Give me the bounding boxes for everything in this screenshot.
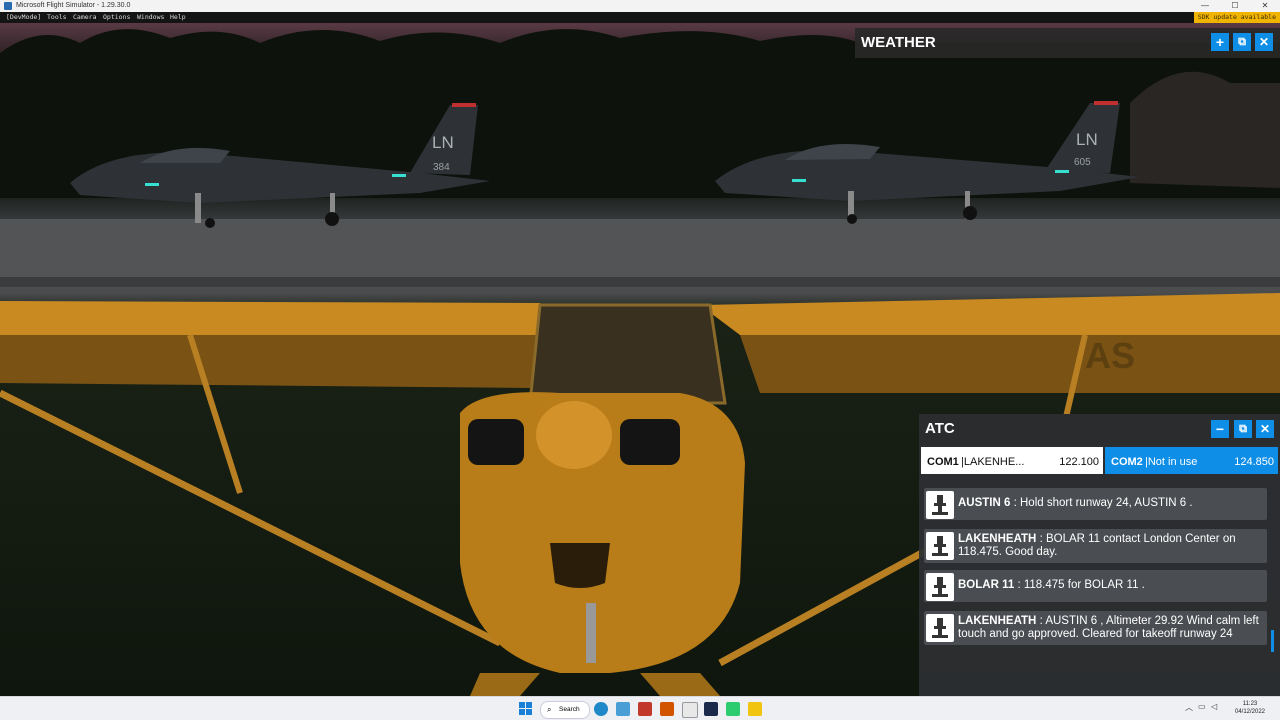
jet-left-tail-number: 384: [433, 162, 450, 173]
atc-message: BOLAR 11 : 118.475 for BOLAR 11 .: [924, 570, 1267, 602]
message-speaker: AUSTIN 6: [958, 497, 1011, 509]
atc-message: LAKENHEATH : BOLAR 11 contact London Cen…: [924, 529, 1267, 563]
clock-time: 11:23: [1242, 701, 1258, 707]
xbox-app-icon[interactable]: [726, 702, 740, 716]
message-speaker: BOLAR 11: [958, 579, 1015, 591]
com1-label: COM1: [927, 456, 959, 468]
com2-label: COM2: [1111, 456, 1143, 468]
message-text: : Hold short runway 24, AUSTIN 6 .: [1010, 497, 1193, 509]
menu-devmode[interactable]: [DevMode]: [6, 12, 41, 23]
menu-windows[interactable]: Windows: [137, 12, 164, 23]
atc-tower-icon: [926, 573, 954, 601]
photos-app-icon[interactable]: [616, 702, 630, 716]
com1-radio-selector[interactable]: COM1 |LAKENHE... 122.100: [921, 447, 1103, 474]
taskbar-search-box[interactable]: ⌕ Search: [540, 701, 590, 719]
atc-panel-title: ATC: [925, 420, 955, 437]
volume-icon[interactable]: ◁: [1211, 702, 1217, 711]
devmode-menubar: [DevMode] Tools Camera Options Windows H…: [0, 12, 1280, 23]
com1-station: |LAKENHE...: [961, 456, 1025, 468]
menu-camera[interactable]: Camera: [73, 12, 96, 23]
flight-simulator-icon[interactable]: [704, 702, 718, 716]
weather-panel-title: WEATHER: [861, 34, 936, 51]
file-explorer-icon[interactable]: [748, 702, 762, 716]
message-speaker: LAKENHEATH: [958, 533, 1037, 545]
search-label: Search: [559, 706, 580, 713]
powerpoint-icon[interactable]: [660, 702, 674, 716]
menu-options[interactable]: Options: [103, 12, 130, 23]
atc-tower-icon: [926, 532, 954, 560]
message-scrollbar[interactable]: [1271, 630, 1274, 652]
window-title: Microsoft Flight Simulator - 1.29.30.0: [16, 2, 131, 9]
clock-date: 04/12/2022: [1234, 709, 1266, 715]
com2-station-name: Not in use: [1147, 456, 1198, 468]
start-menu-icon[interactable]: [519, 702, 533, 716]
taskbar-clock[interactable]: 11:23 04/12/2022: [1226, 700, 1274, 716]
atc-close-button[interactable]: ✕: [1256, 420, 1274, 438]
minimize-button[interactable]: —: [1190, 0, 1220, 12]
office-app-icon[interactable]: [638, 702, 652, 716]
network-icon[interactable]: ▭: [1198, 702, 1206, 711]
close-window-button[interactable]: ✕: [1250, 0, 1280, 12]
menu-tools[interactable]: Tools: [47, 12, 67, 23]
window-titlebar: Microsoft Flight Simulator - 1.29.30.0 —…: [0, 0, 1280, 12]
atc-message: LAKENHEATH : AUSTIN 6 , Altimeter 29.92 …: [924, 611, 1267, 645]
jet-left-tail-code: LN: [432, 133, 454, 152]
app-icon: [4, 2, 12, 10]
weather-expand-button[interactable]: +: [1211, 33, 1229, 51]
com2-station: |Not in use: [1145, 456, 1198, 468]
atc-tower-icon: [926, 491, 954, 519]
wing-lettering: AS: [1085, 335, 1135, 376]
windows-taskbar: ⌕ Search ︿ ▭ ◁ 11:23 04/12/2022: [0, 696, 1280, 720]
atc-undock-button[interactable]: ⧉: [1234, 420, 1252, 438]
com1-frequency: 122.100: [1059, 456, 1099, 468]
atc-tower-icon: [926, 614, 954, 642]
com2-radio-selector[interactable]: COM2 |Not in use 124.850: [1105, 447, 1278, 474]
search-icon: ⌕: [547, 705, 552, 714]
atc-panel-header: ATC − ⧉ ✕: [919, 414, 1280, 444]
weather-panel: WEATHER + ⧉ ✕: [855, 28, 1280, 58]
jet-right-tail-code: LN: [1076, 130, 1098, 149]
atc-minimize-button[interactable]: −: [1211, 420, 1229, 438]
atc-panel: ATC − ⧉ ✕ COM1 |LAKENHE... 122.100 COM2 …: [919, 414, 1280, 696]
sdk-update-badge[interactable]: SDK update available: [1193, 12, 1280, 23]
menu-help[interactable]: Help: [170, 12, 186, 23]
edge-browser-icon[interactable]: [594, 702, 608, 716]
weather-close-button[interactable]: ✕: [1255, 33, 1273, 51]
atc-message: AUSTIN 6 : Hold short runway 24, AUSTIN …: [924, 488, 1267, 520]
jet-right-tail-number: 605: [1074, 157, 1091, 168]
com2-frequency: 124.850: [1234, 456, 1274, 468]
snipping-tool-icon[interactable]: [682, 702, 698, 718]
app-window: Microsoft Flight Simulator - 1.29.30.0 —…: [0, 0, 1280, 720]
message-text: : 118.475 for BOLAR 11 .: [1014, 579, 1145, 591]
weather-undock-button[interactable]: ⧉: [1233, 33, 1251, 51]
chevron-up-icon[interactable]: ︿: [1185, 702, 1193, 713]
maximize-button[interactable]: ☐: [1220, 0, 1250, 12]
com1-station-name: LAKENHE...: [963, 456, 1025, 468]
message-speaker: LAKENHEATH: [958, 615, 1037, 627]
